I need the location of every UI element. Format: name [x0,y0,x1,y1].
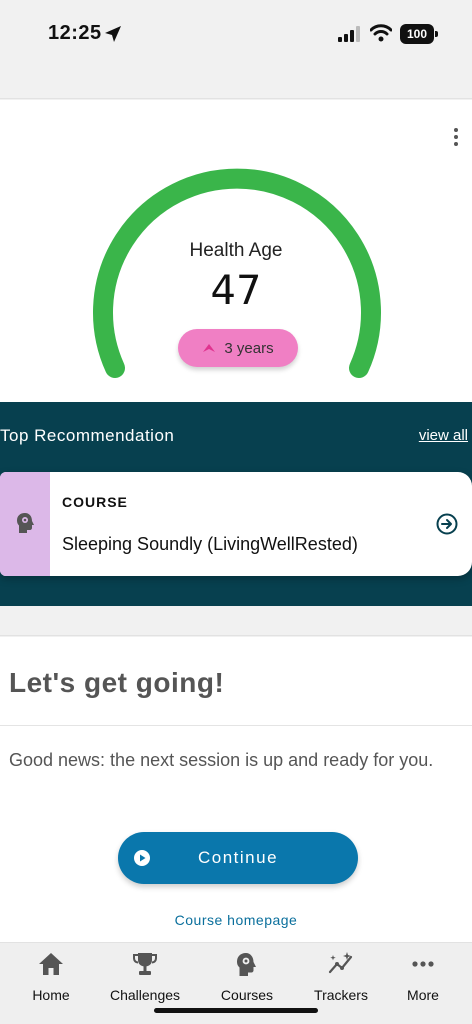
continue-label: Continue [197,848,279,867]
battery-icon: 100 [400,24,438,44]
nav-label: Courses [220,987,274,1003]
course-name: Sleeping Soundly (LivingWellRested) [62,534,358,554]
view-all-link[interactable]: view all [419,427,468,444]
trackers-icon [328,952,353,974]
more-options-icon[interactable] [452,128,460,150]
nav-label: More [407,987,439,1003]
continue-button[interactable]: Continue [118,832,358,884]
home-indicator[interactable] [154,1008,318,1013]
top-recommendation-section: Top Recommendation view all COURSE Sleep… [0,402,472,606]
arrow-up-icon [203,344,216,352]
session-title: Let's get going! [9,667,225,698]
health-age-value: 47 [210,268,262,314]
nav-label: Home [32,987,70,1003]
brain-head-icon [237,953,256,976]
nav-home[interactable]: Home [6,951,96,1003]
recommendation-card[interactable]: COURSE Sleeping Soundly (LivingWellReste… [0,472,472,576]
play-icon [134,850,150,866]
cellular-signal-icon [338,26,360,42]
nav-challenges[interactable]: Challenges [100,951,190,1003]
divider [0,725,472,726]
trophy-icon [133,953,157,975]
health-age-label: Health Age [189,240,283,261]
nav-label: Challenges [109,987,181,1003]
top-spacer [0,72,472,99]
home-icon [39,953,63,975]
brain-head-icon [17,513,34,533]
status-time: 12:25 [48,22,102,44]
nav-more[interactable]: More [378,951,468,1003]
wifi-icon [370,24,392,42]
session-text: Good news: the next session is up and re… [9,750,434,770]
status-bar: 12:25 100 [0,0,472,72]
section-title: Top Recommendation [0,426,175,445]
age-difference-text: 3 years [224,339,274,357]
nav-courses[interactable]: Courses [202,951,292,1003]
card-type: COURSE [62,494,128,510]
section-spacer [0,606,472,636]
health-age-card: Health Age 47 3 years [0,100,472,402]
age-difference-badge[interactable]: 3 years [178,329,298,367]
more-icon [412,961,434,967]
arrow-circle-right-icon[interactable] [436,513,458,535]
nav-trackers[interactable]: Trackers [296,951,386,1003]
card-side-strip [0,472,50,576]
next-session-card: Let's get going! Good news: the next ses… [0,637,472,942]
location-arrow-icon [105,26,121,42]
course-homepage-link[interactable]: Course homepage [0,912,472,928]
nav-label: Trackers [314,987,368,1003]
